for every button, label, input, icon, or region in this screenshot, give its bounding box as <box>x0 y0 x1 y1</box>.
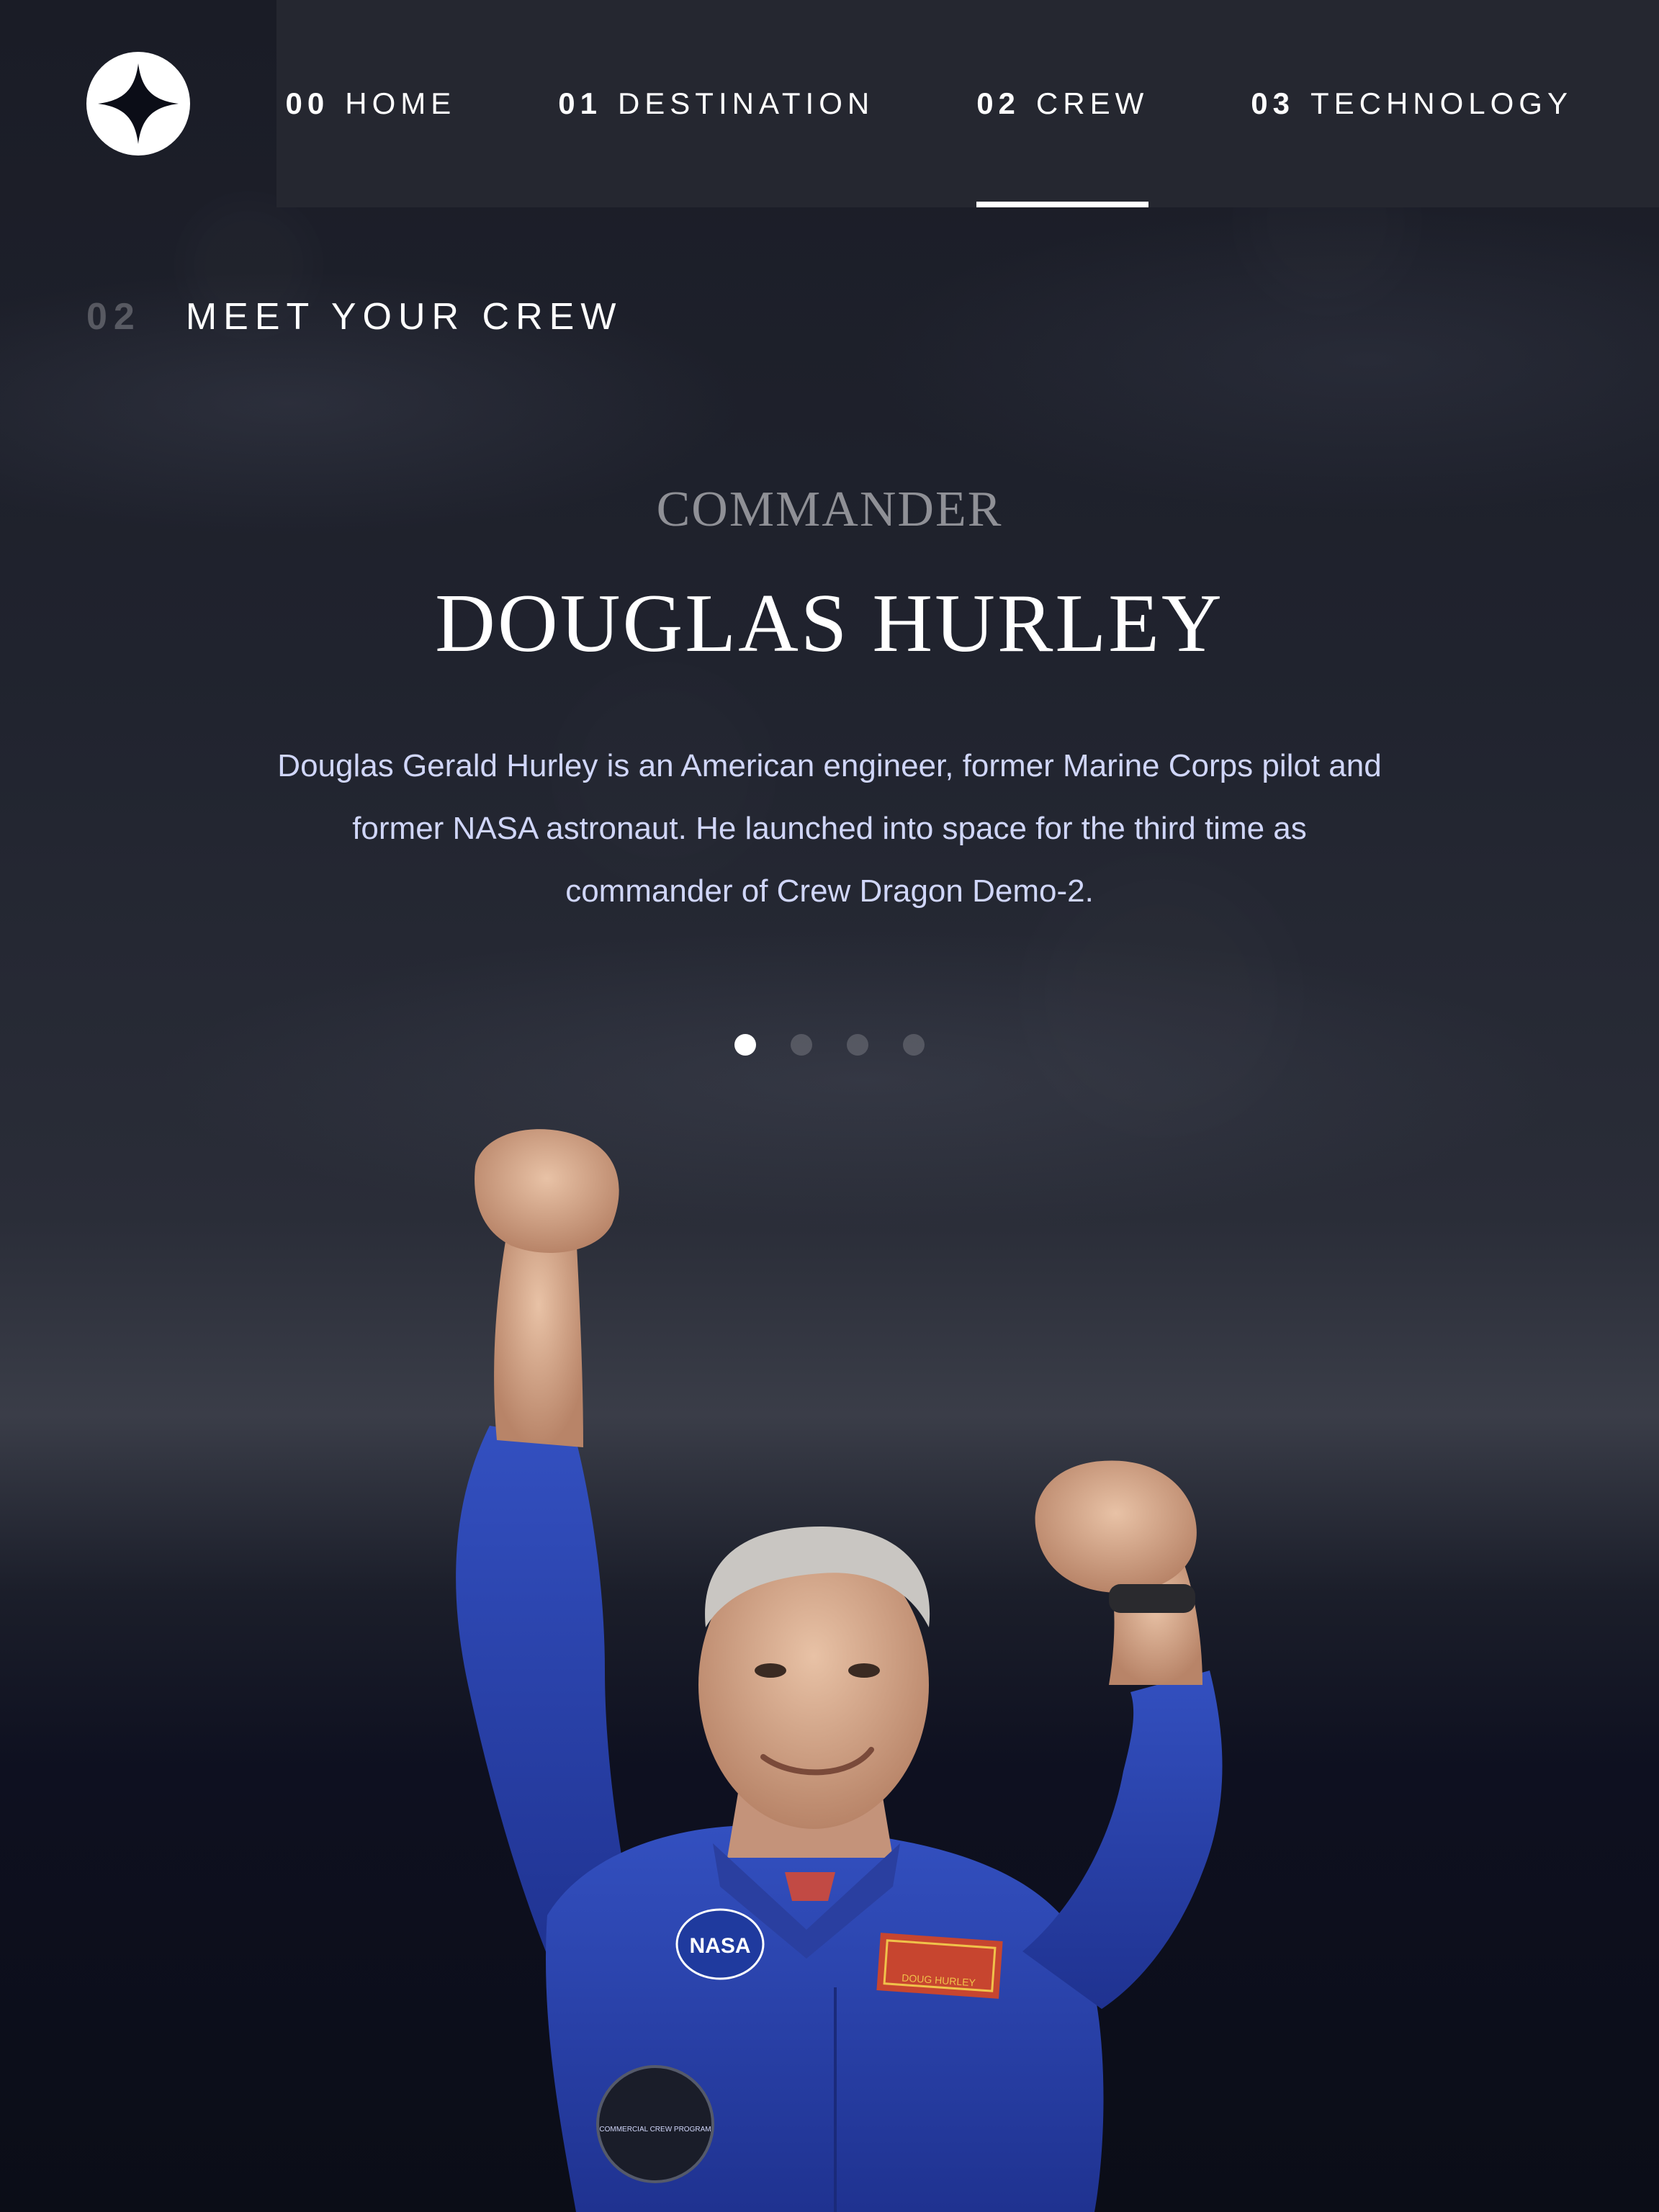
nav-item-label: HOME <box>345 86 457 120</box>
pagination-dot[interactable] <box>847 1034 868 1056</box>
nav-item-number: 03 <box>1251 86 1295 120</box>
nasa-badge-text: NASA <box>689 1934 750 1958</box>
pagination-dot[interactable] <box>791 1034 812 1056</box>
crew-pagination <box>0 1034 1659 1056</box>
pagination-dot[interactable] <box>734 1034 756 1056</box>
section-title: MEET YOUR CREW <box>185 296 623 338</box>
nav-item-technology[interactable]: 03 TECHNOLOGY <box>1251 0 1573 207</box>
crew-name: DOUGLAS HURLEY <box>435 577 1224 670</box>
section-heading: 02 MEET YOUR CREW <box>86 295 622 338</box>
nav-item-label: DESTINATION <box>617 86 875 120</box>
nav-item-number: 01 <box>558 86 602 120</box>
main-nav: 00 HOME 01 DESTINATION 02 CREW 03 TECHNO… <box>276 0 1659 207</box>
nav-item-crew[interactable]: 02 CREW <box>976 0 1149 207</box>
nav-item-label: TECHNOLOGY <box>1310 86 1573 120</box>
nav-item-number: 02 <box>976 86 1020 120</box>
nav-item-number: 00 <box>285 86 330 120</box>
crew-bio: Douglas Gerald Hurley is an American eng… <box>277 748 1382 909</box>
nav-item-home[interactable]: 00 HOME <box>286 0 457 207</box>
four-point-star-icon <box>98 63 179 144</box>
pagination-dot[interactable] <box>903 1034 925 1056</box>
program-badge-text: COMMERCIAL CREW PROGRAM <box>599 2126 711 2134</box>
logo-icon[interactable] <box>86 52 190 156</box>
site-header: 00 HOME 01 DESTINATION 02 CREW 03 TECHNO… <box>0 0 1659 207</box>
crew-member-photo: NASA DOUG HURLEY COMMERCIAL CREW PROGRAM <box>456 1129 1223 2212</box>
nav-item-label: CREW <box>1035 86 1149 120</box>
section-number: 02 <box>86 296 141 338</box>
nav-item-destination[interactable]: 01 DESTINATION <box>558 0 874 207</box>
crew-role: COMMANDER <box>656 482 1003 537</box>
